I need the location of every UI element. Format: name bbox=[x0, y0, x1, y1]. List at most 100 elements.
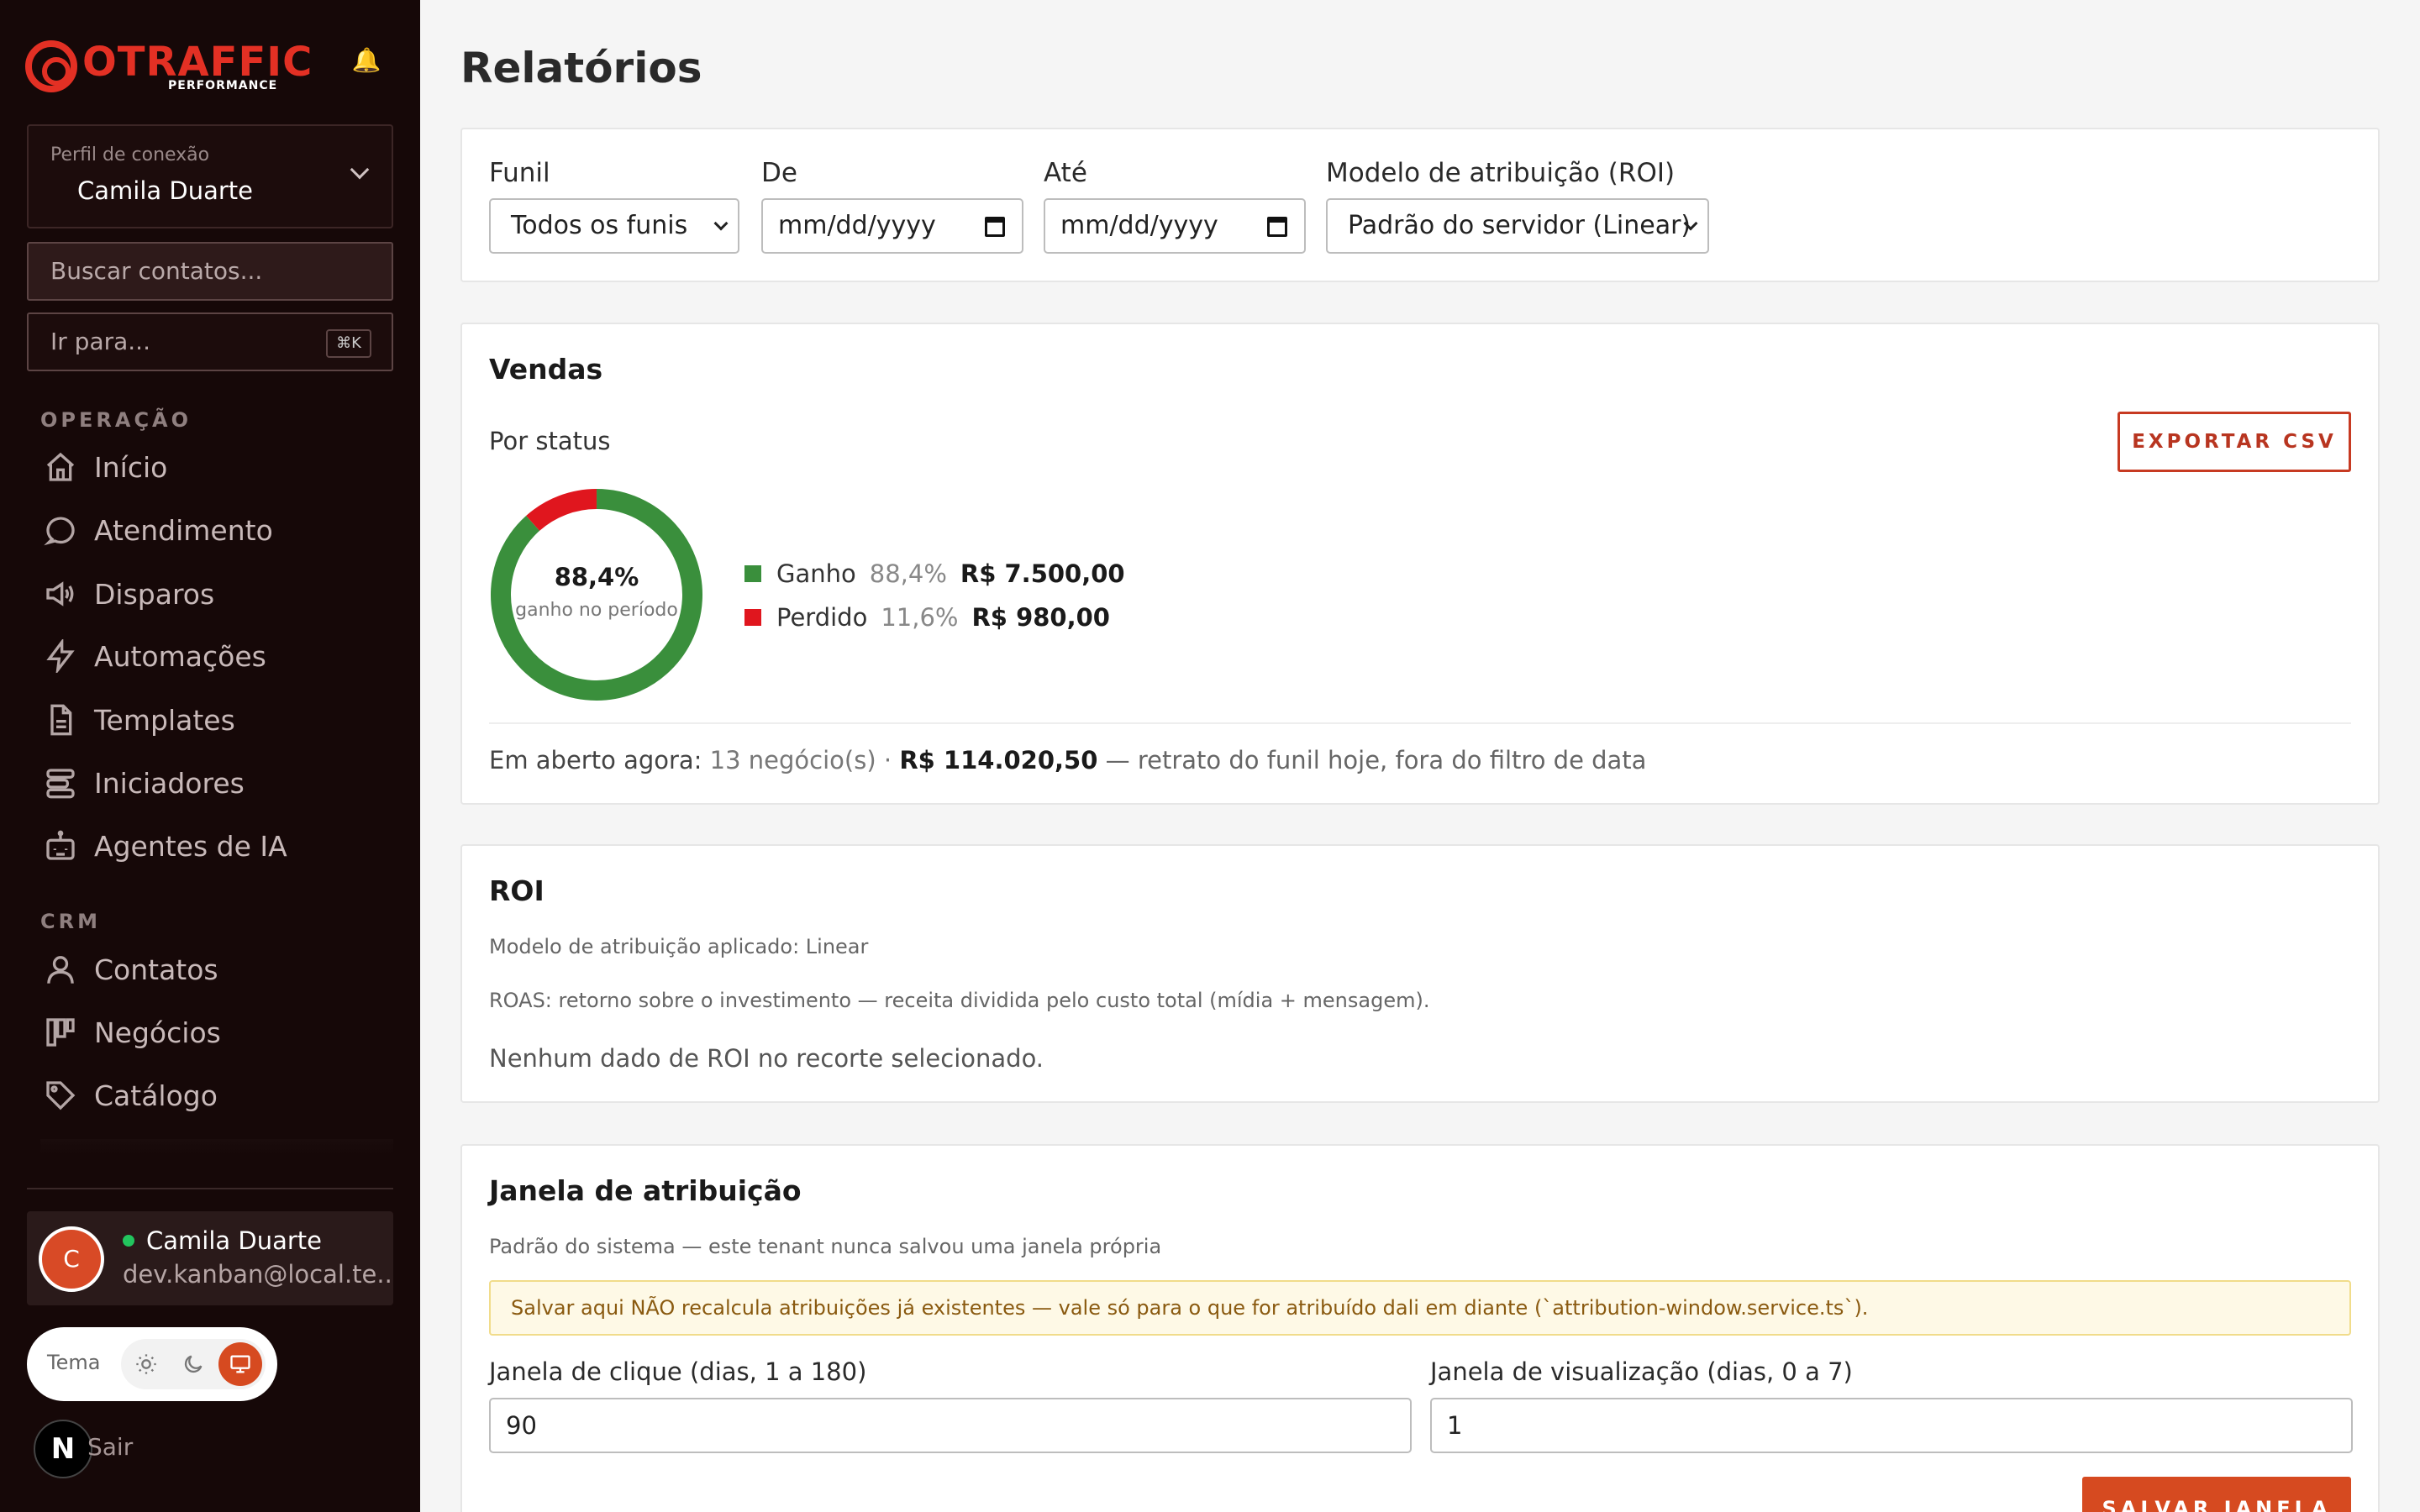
legend-swatch bbox=[744, 565, 761, 582]
goto-placeholder: Ir para... bbox=[50, 328, 150, 355]
date-to-input[interactable]: mm/dd/yyyy bbox=[1044, 198, 1306, 254]
nav-item-agentes-ia[interactable]: Agentes de IA bbox=[40, 821, 393, 871]
theme-dark-button[interactable] bbox=[171, 1342, 215, 1386]
contact-search-input[interactable]: Buscar contatos... bbox=[27, 242, 393, 301]
attribution-model-value: Padrão do servidor (Linear) bbox=[1348, 211, 1691, 240]
otraffic-logo[interactable]: OTRAFFIC PERFORMANCE bbox=[25, 37, 312, 96]
roi-card: ROI Modelo de atribuição aplicado: Linea… bbox=[460, 844, 2380, 1103]
sidebar: OTRAFFIC PERFORMANCE 🔔 Perfil de conexão… bbox=[0, 0, 420, 1512]
sidebar-divider bbox=[27, 1188, 393, 1189]
nav-item-label: Contatos bbox=[94, 953, 218, 986]
export-csv-button[interactable]: EXPORTAR CSV bbox=[2118, 412, 2351, 472]
attribution-model-select[interactable]: Padrão do servidor (Linear) bbox=[1326, 198, 1709, 254]
attribution-window-subtitle: Padrão do sistema — este tenant nunca sa… bbox=[489, 1235, 1162, 1258]
megaphone-icon bbox=[40, 574, 81, 614]
filters-card: Funil Todos os funis De mm/dd/yyyy Até m… bbox=[460, 128, 2380, 282]
click-window-input[interactable]: 90 bbox=[489, 1398, 1412, 1453]
nav-item-label: Atendimento bbox=[94, 513, 273, 547]
view-window-input[interactable]: 1 bbox=[1430, 1398, 2353, 1453]
funnel-select-value: Todos os funis bbox=[511, 211, 688, 240]
nav-item-label: Iniciadores bbox=[94, 766, 245, 800]
nav-item-catalogo[interactable]: Catálogo bbox=[40, 1070, 393, 1121]
nav-item-label: Disparos bbox=[94, 577, 215, 611]
date-from-input[interactable]: mm/dd/yyyy bbox=[761, 198, 1023, 254]
date-to-label: Até bbox=[1044, 158, 1087, 188]
nav-item-contatos[interactable]: Contatos bbox=[40, 944, 393, 995]
connection-profile-value: Camila Duarte bbox=[77, 176, 253, 205]
donut-segment-perdido bbox=[491, 489, 702, 701]
date-from-label: De bbox=[761, 158, 797, 188]
section-label-operacao: OPERAÇÃO bbox=[40, 408, 192, 432]
keyboard-shortcut-badge: ⌘K bbox=[326, 329, 371, 358]
save-window-button[interactable]: SALVAR JANELA bbox=[2082, 1477, 2351, 1512]
click-window-label: Janela de clique (dias, 1 a 180) bbox=[489, 1357, 867, 1386]
stack-icon bbox=[40, 763, 81, 803]
nav-item-label: Negócios bbox=[94, 1016, 221, 1049]
section-label-crm: CRM bbox=[40, 910, 101, 933]
view-window-label: Janela de visualização (dias, 0 a 7) bbox=[1430, 1357, 1853, 1386]
theme-switcher: Tema bbox=[27, 1327, 277, 1401]
sun-icon bbox=[136, 1354, 156, 1374]
nav-item-negocios[interactable]: Negócios bbox=[40, 1007, 393, 1058]
robot-icon bbox=[40, 826, 81, 866]
monitor-icon bbox=[230, 1355, 250, 1373]
page-title: Relatórios bbox=[460, 44, 702, 92]
nav-item-atendimento[interactable]: Atendimento bbox=[40, 505, 393, 555]
user-icon bbox=[40, 949, 81, 990]
donut-segment-ganho bbox=[491, 489, 702, 701]
funnel-select[interactable]: Todos os funis bbox=[489, 198, 739, 254]
user-card[interactable]: C Camila Duarte dev.kanban@local.te... bbox=[27, 1211, 393, 1305]
legend-swatch bbox=[744, 609, 761, 626]
next-dev-badge[interactable]: N bbox=[34, 1420, 92, 1478]
donut-center-percentage: 88,4% bbox=[554, 563, 639, 591]
open-deals-note: — retrato do funil hoje, fora do filtro … bbox=[1105, 746, 1647, 774]
user-name: Camila Duarte bbox=[146, 1226, 322, 1255]
notification-bell-icon[interactable]: 🔔 bbox=[351, 45, 381, 76]
nav-item-label: Início bbox=[94, 450, 168, 484]
logout-link[interactable]: Sair bbox=[87, 1433, 133, 1461]
funnel-label: Funil bbox=[489, 158, 550, 188]
roas-description: ROAS: retorno sobre o investimento — rec… bbox=[489, 989, 1430, 1012]
legend-amount: R$ 7.500,00 bbox=[960, 559, 1125, 588]
attribution-window-card: Janela de atribuição Padrão do sistema —… bbox=[460, 1144, 2380, 1512]
donut-center-caption: ganho no período bbox=[515, 600, 678, 621]
nav-item-templates[interactable]: Templates bbox=[40, 695, 393, 745]
nav-item-disparos[interactable]: Disparos bbox=[40, 569, 393, 619]
connection-profile-select[interactable]: Perfil de conexão Camila Duarte bbox=[27, 124, 393, 228]
nav-item-inicio[interactable]: Início bbox=[40, 442, 393, 492]
calendar-icon[interactable] bbox=[985, 217, 1005, 237]
lightning-icon bbox=[40, 636, 81, 676]
sales-card: Vendas Por status EXPORTAR CSV 88,4% gan… bbox=[460, 323, 2380, 805]
roi-empty-state: Nenhum dado de ROI no recorte selecionad… bbox=[489, 1044, 1044, 1073]
theme-light-button[interactable] bbox=[124, 1342, 168, 1386]
connection-profile-label: Perfil de conexão bbox=[50, 144, 210, 165]
attribution-model-label: Modelo de atribuição (ROI) bbox=[1326, 158, 1676, 188]
kanban-icon bbox=[40, 1012, 81, 1053]
nav-item-iniciadores[interactable]: Iniciadores bbox=[40, 758, 393, 808]
goto-command-input[interactable]: Ir para... ⌘K bbox=[27, 312, 393, 371]
nav-item-label: Agentes de IA bbox=[94, 829, 287, 863]
legend-name: Ganho bbox=[776, 559, 856, 588]
date-to-value: mm/dd/yyyy bbox=[1060, 211, 1218, 240]
nav-item-automacoes[interactable]: Automações bbox=[40, 631, 393, 681]
online-status-dot bbox=[123, 1235, 134, 1247]
open-deals-amount: R$ 114.020,50 bbox=[899, 746, 1098, 774]
open-deals-count: 13 negócio(s) · bbox=[709, 746, 892, 774]
home-icon bbox=[40, 447, 81, 487]
open-deals-prefix: Em aberto agora: bbox=[489, 746, 702, 774]
legend-amount: R$ 980,00 bbox=[971, 603, 1110, 632]
theme-system-button[interactable] bbox=[218, 1342, 262, 1386]
legend-percentage: 88,4% bbox=[869, 559, 947, 588]
chat-bubble-icon bbox=[40, 510, 81, 550]
moon-icon bbox=[184, 1355, 203, 1373]
calendar-icon[interactable] bbox=[1267, 217, 1287, 237]
roi-model-applied: Modelo de atribuição aplicado: Linear bbox=[489, 935, 869, 958]
divider bbox=[489, 722, 2351, 724]
legend-name: Perdido bbox=[776, 603, 868, 632]
theme-label: Tema bbox=[47, 1351, 101, 1374]
warning-banner: Salvar aqui NÃO recalcula atribuições já… bbox=[489, 1280, 2351, 1336]
status-donut-chart: 88,4% ganho no período bbox=[487, 486, 706, 704]
sales-title: Vendas bbox=[489, 353, 603, 386]
open-deals-summary: Em aberto agora: 13 negócio(s) · R$ 114.… bbox=[489, 746, 1646, 774]
legend-item-perdido: Perdido 11,6% R$ 980,00 bbox=[744, 603, 1110, 632]
